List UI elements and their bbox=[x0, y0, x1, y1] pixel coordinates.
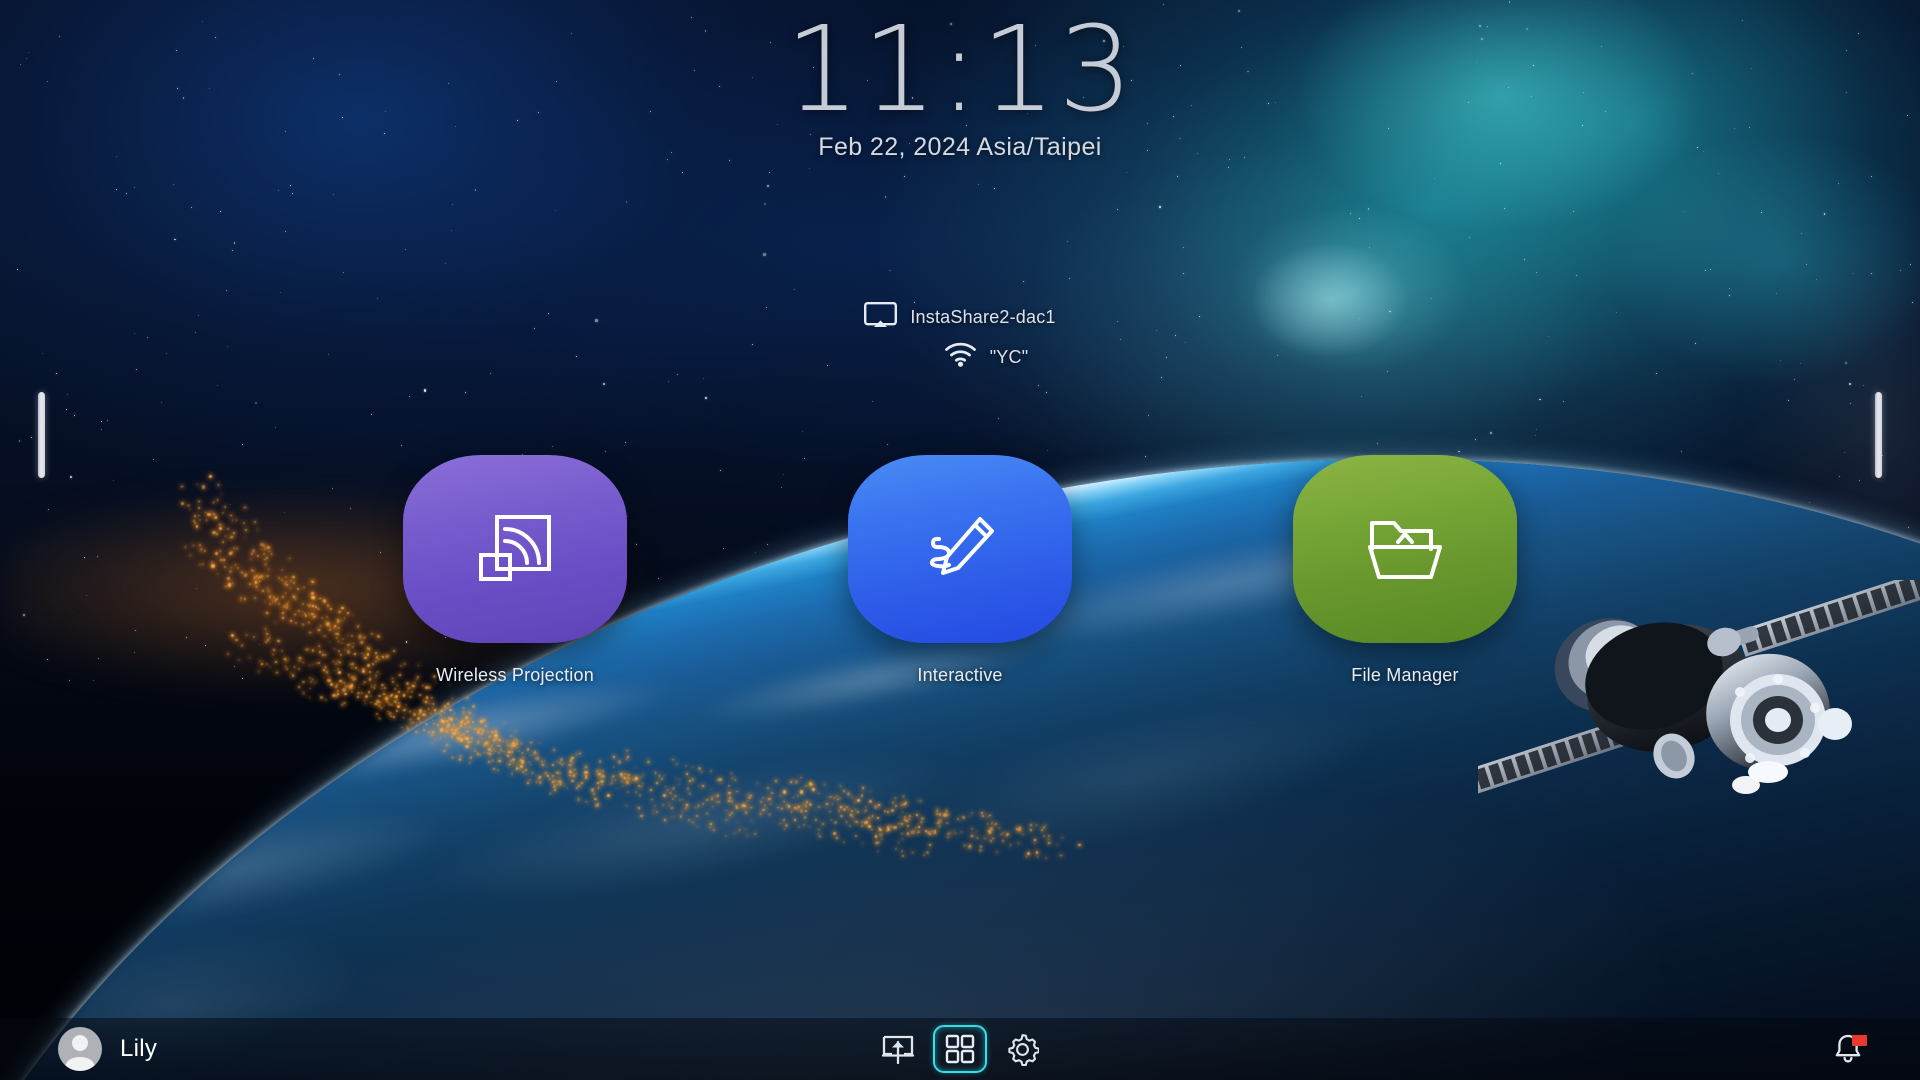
app-tile-wireless-projection[interactable]: Wireless Projection bbox=[403, 455, 627, 686]
wifi-row: "YC" bbox=[944, 342, 1029, 372]
user-name-label: Lily bbox=[120, 1035, 158, 1062]
pencil-scribble-icon bbox=[848, 455, 1072, 643]
app-label: Interactive bbox=[917, 665, 1003, 685]
wifi-icon bbox=[944, 342, 977, 372]
taskbar: Lily bbox=[0, 1018, 1920, 1080]
open-folder-icon bbox=[1293, 455, 1517, 643]
notification-badge bbox=[1852, 1035, 1867, 1046]
user-profile-button[interactable]: Lily bbox=[58, 1027, 157, 1071]
app-label: Wireless Projection bbox=[436, 665, 594, 685]
connection-status: InstaShare2-dac1 "YC" bbox=[0, 302, 1920, 372]
device-name-label: InstaShare2-dac1 bbox=[910, 307, 1056, 327]
app-grid: Wireless Projection Interactive File Man… bbox=[0, 455, 1920, 686]
cast-screen-icon bbox=[864, 302, 898, 333]
taskbar-buttons bbox=[871, 1025, 1049, 1073]
app-tile-interactive[interactable]: Interactive bbox=[848, 455, 1072, 686]
user-avatar-icon bbox=[58, 1027, 102, 1071]
wifi-ssid-label: "YC" bbox=[989, 346, 1029, 367]
all-apps-button[interactable] bbox=[933, 1025, 987, 1073]
notifications-button[interactable] bbox=[1830, 1031, 1867, 1067]
app-label: File Manager bbox=[1351, 665, 1459, 685]
app-tile-file-manager[interactable]: File Manager bbox=[1293, 455, 1517, 686]
device-name-row: InstaShare2-dac1 bbox=[864, 302, 1055, 333]
launcher-screen: 11:13 Feb 22, 2024 Asia/Taipei InstaShar… bbox=[0, 0, 1920, 1080]
screen-share-button[interactable] bbox=[871, 1025, 925, 1073]
settings-button[interactable] bbox=[995, 1025, 1049, 1073]
wireless-projection-icon bbox=[403, 455, 627, 643]
